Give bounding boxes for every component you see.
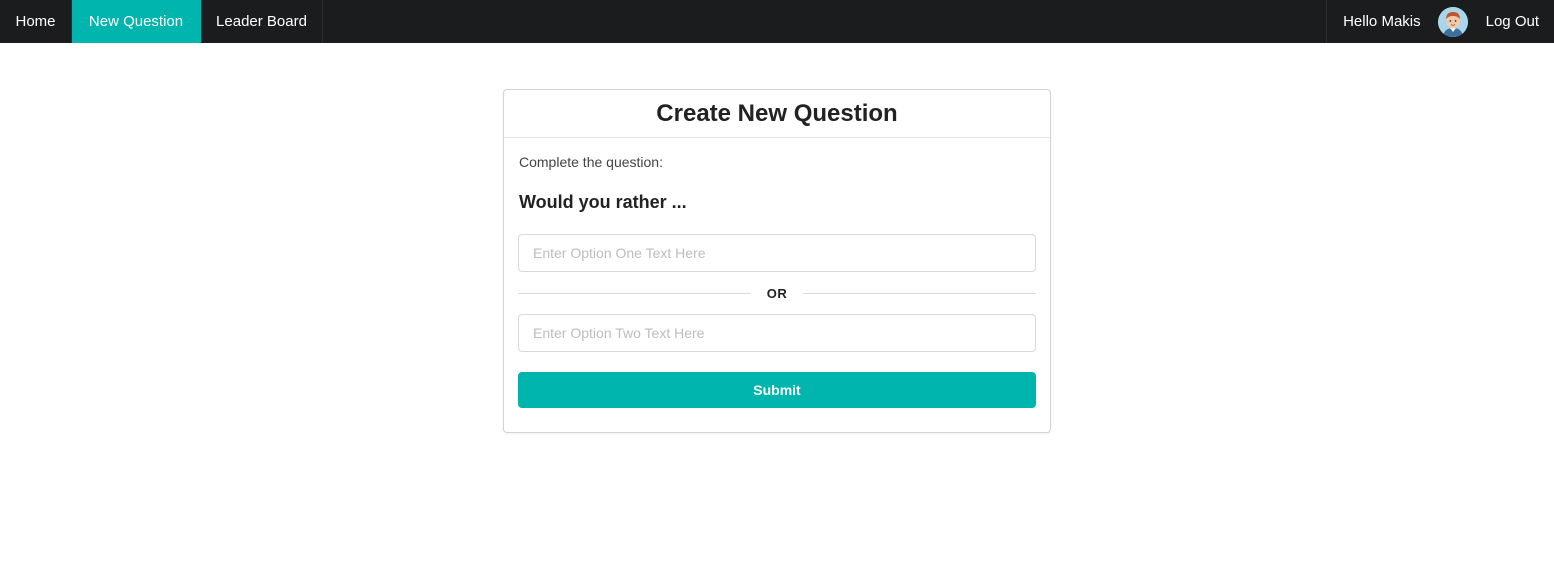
- option-two-input[interactable]: [518, 314, 1036, 352]
- nav-left-group: Home New Question Leader Board: [0, 0, 323, 43]
- question-prompt: Complete the question:: [519, 154, 663, 170]
- or-divider: OR: [518, 284, 1036, 302]
- nav-right-group: Hello Makis Log Out: [1326, 0, 1554, 43]
- logout-link[interactable]: Log Out: [1486, 0, 1554, 43]
- nav-item-new-question[interactable]: New Question: [72, 0, 201, 43]
- would-you-rather-heading: Would you rather ...: [519, 192, 687, 212]
- greeting-text: Hello Makis: [1343, 13, 1421, 30]
- user-avatar-icon: [1437, 6, 1468, 37]
- nav-item-leader-board[interactable]: Leader Board: [201, 0, 323, 43]
- top-navbar: Home New Question Leader Board Hello Mak…: [0, 0, 1554, 43]
- page-title: Create New Question: [656, 99, 898, 127]
- user-greeting: Hello Makis: [1326, 0, 1486, 43]
- create-question-card: Create New Question Complete the questio…: [503, 89, 1051, 433]
- divider-line-left: [518, 292, 751, 294]
- divider-line-right: [803, 292, 1036, 294]
- option-one-input[interactable]: [518, 234, 1036, 272]
- or-label: OR: [766, 285, 788, 301]
- card-header: Create New Question: [504, 90, 1050, 138]
- nav-item-home[interactable]: Home: [0, 0, 72, 43]
- submit-button[interactable]: Submit: [518, 372, 1036, 408]
